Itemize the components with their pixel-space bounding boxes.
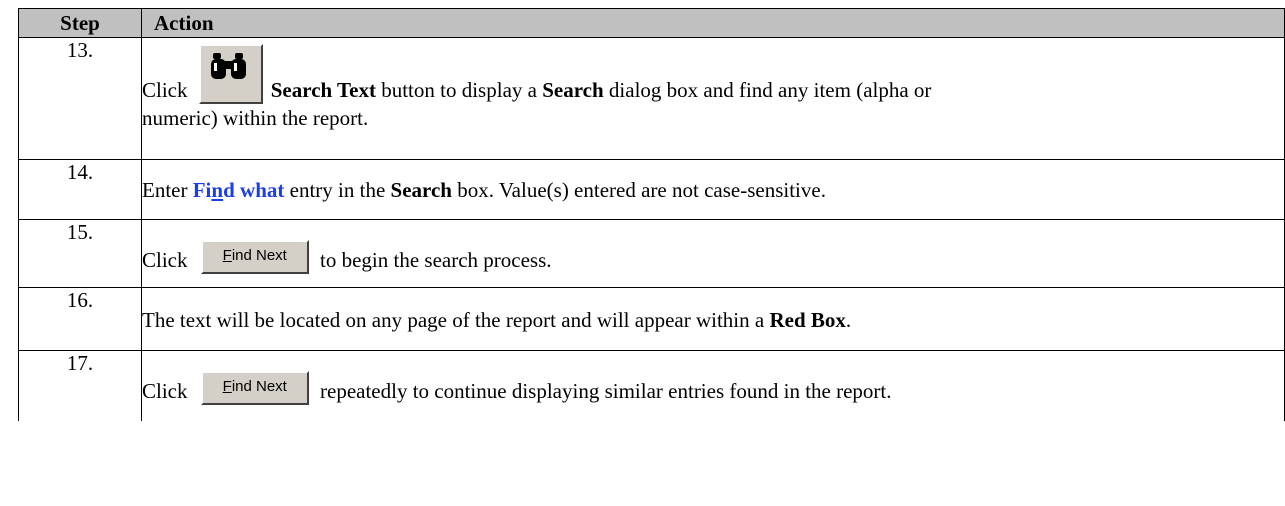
header-step: Step	[18, 8, 142, 38]
step-number: 14.	[18, 159, 142, 220]
action-text: Click	[142, 379, 193, 403]
action-text: The text will be located on any page of …	[142, 308, 770, 332]
find-next-button[interactable]: Find Next	[200, 240, 309, 274]
step-action: Enter Find what entry in the Search box.…	[141, 159, 1285, 220]
action-bold: Search	[542, 78, 604, 102]
action-text: Enter	[142, 178, 193, 202]
action-text: dialog box and find any item (alpha or	[603, 78, 932, 102]
step-action: Click Search Text button to display a Se…	[141, 37, 1285, 160]
step-number: 13.	[18, 37, 142, 160]
search-text-button[interactable]	[198, 44, 263, 104]
find-what-link: Find what	[192, 178, 285, 202]
action-text: numeric) within the report.	[142, 106, 369, 130]
step-action: The text will be located on any page of …	[141, 287, 1285, 351]
find-next-button[interactable]: Find Next	[200, 371, 309, 405]
table-row: 13. Click Search Text button to display …	[18, 37, 1285, 160]
header-row: Step Action	[18, 8, 1285, 38]
table-row: 15. Click Find Next to begin the search …	[18, 219, 1285, 288]
action-bold: Red Box	[769, 308, 846, 332]
action-text: .	[845, 308, 852, 332]
action-text: Click	[142, 248, 193, 272]
action-text: button to display a	[375, 78, 543, 102]
step-action: Click Find Next repeatedly to continue d…	[141, 350, 1285, 421]
action-bold: Search Text	[270, 78, 376, 102]
action-text: box. Value(s) entered are not case-sensi…	[451, 178, 826, 202]
binoculars-icon	[210, 53, 246, 79]
table-row: 16. The text will be located on any page…	[18, 287, 1285, 351]
step-number: 16.	[18, 287, 142, 351]
header-action: Action	[141, 8, 1285, 38]
action-bold: Search	[390, 178, 452, 202]
step-number: 17.	[18, 350, 142, 421]
action-text: repeatedly to continue displaying simila…	[314, 379, 892, 403]
steps-table: Step Action 13. Click Search Text button…	[18, 8, 1285, 421]
table-row: 17. Click Find Next repeatedly to contin…	[18, 350, 1285, 421]
step-number: 15.	[18, 219, 142, 288]
step-action: Click Find Next to begin the search proc…	[141, 219, 1285, 288]
action-text: entry in the	[284, 178, 391, 202]
action-text: Click	[142, 78, 193, 102]
action-text: to begin the search process.	[314, 248, 552, 272]
table-row: 14. Enter Find what entry in the Search …	[18, 159, 1285, 220]
